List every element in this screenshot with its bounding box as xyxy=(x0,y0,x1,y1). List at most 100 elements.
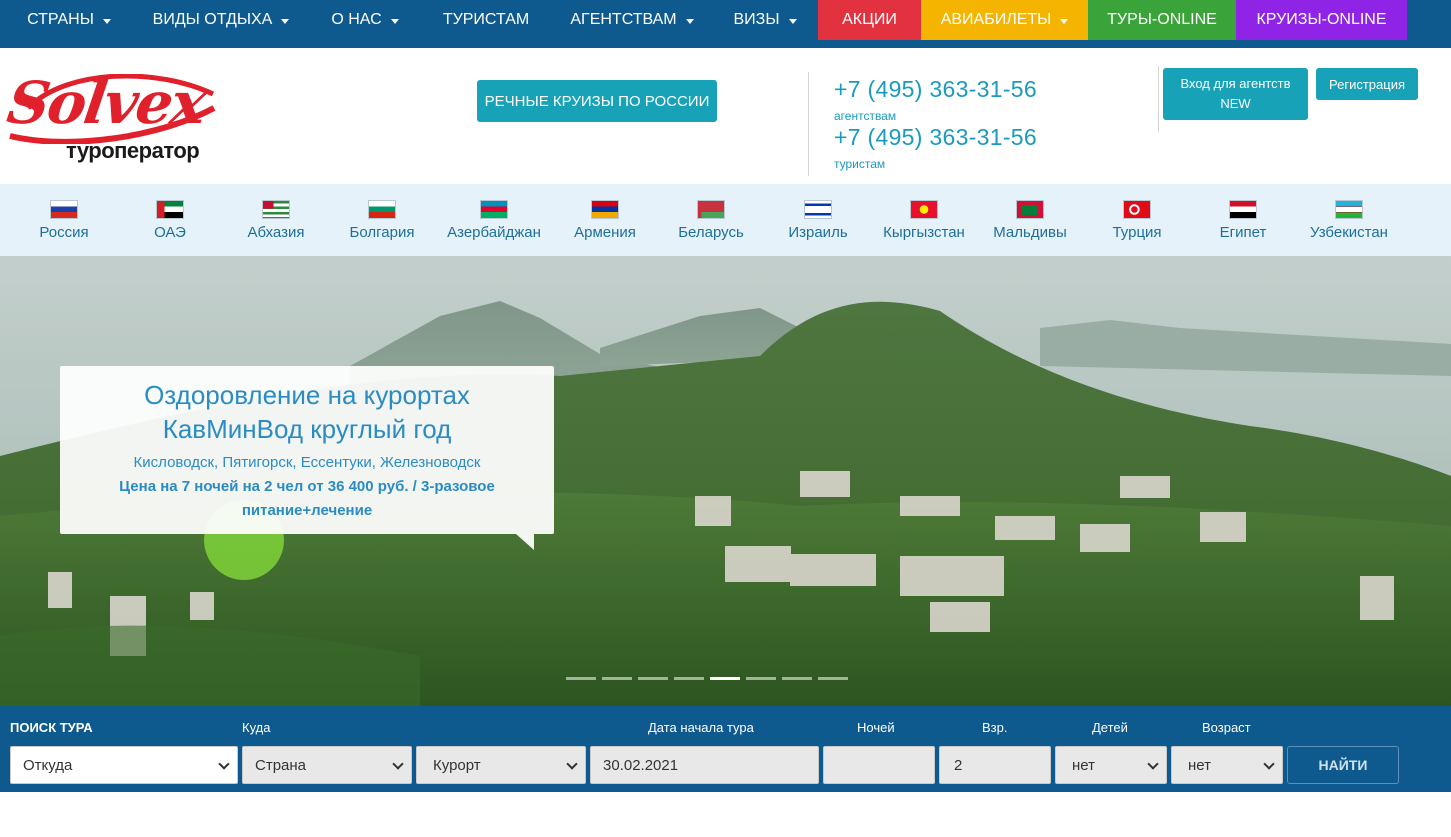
uzbekistan-flag-icon xyxy=(1335,200,1363,219)
header-divider xyxy=(808,72,809,176)
nav-item-vacation-types[interactable]: ВИДЫ ОТДЫХА xyxy=(140,0,302,40)
chevron-down-icon xyxy=(281,18,290,24)
phone-tourists-caption: туристам xyxy=(834,157,886,171)
belarus-flag-icon xyxy=(697,200,725,219)
promo-card[interactable]: Оздоровление на курортах КавМинВод кругл… xyxy=(60,366,554,550)
promo-tail xyxy=(516,534,534,550)
nav-item-cruises-online[interactable]: КРУИЗЫ-ONLINE xyxy=(1236,0,1407,40)
site-header: Solvex туроператор РЕЧНЫЕ КРУИЗЫ ПО РОСС… xyxy=(0,48,1451,184)
chevron-down-icon xyxy=(392,758,404,770)
nav-item-promotions[interactable]: АКЦИИ xyxy=(818,0,921,40)
country-label: Мальдивы xyxy=(993,224,1067,241)
egypt-flag-icon xyxy=(1229,200,1257,219)
country-israel[interactable]: Израиль xyxy=(763,200,873,241)
register-button[interactable]: Регистрация xyxy=(1316,68,1418,100)
age-select-value: нет xyxy=(1188,756,1211,774)
agent-login-button[interactable]: Вход для агентств NEW xyxy=(1163,68,1308,120)
armenia-flag-icon xyxy=(591,200,619,219)
promo-subtitle: Кисловодск, Пятигорск, Ессентуки, Железн… xyxy=(133,454,481,471)
new-badge: NEW xyxy=(1220,96,1251,111)
from-select[interactable]: Откуда xyxy=(10,746,238,784)
age-select[interactable]: нет xyxy=(1171,746,1283,784)
country-uzbekistan[interactable]: Узбекистан xyxy=(1294,200,1404,241)
slider-dot[interactable] xyxy=(602,677,632,680)
date-input[interactable]: 30.02.2021 xyxy=(590,746,819,784)
tour-search-bar: ПОИСК ТУРА Куда Дата начала тура Ночей В… xyxy=(0,706,1451,792)
chevron-down-icon xyxy=(390,18,399,24)
russia-flag-icon xyxy=(50,200,78,219)
resort-select-value: Курорт xyxy=(433,756,481,774)
country-select[interactable]: Страна xyxy=(242,746,412,784)
country-uae[interactable]: ОАЭ xyxy=(115,200,225,241)
logo-wordmark: Solvex xyxy=(3,69,209,137)
maldives-flag-icon xyxy=(1016,200,1044,219)
nav-item-label: О НАС xyxy=(331,11,382,28)
kids-select-value: нет xyxy=(1072,756,1095,774)
top-navigation: СТРАНЫ ВИДЫ ОТДЫХА О НАС ТУРИСТАМ АГЕНТС… xyxy=(0,0,1451,48)
slider-dot[interactable] xyxy=(566,677,596,680)
nav-item-label: ВИДЫ ОТДЫХА xyxy=(152,11,273,28)
israel-flag-icon xyxy=(804,200,832,219)
date-input-value: 30.02.2021 xyxy=(603,756,679,774)
country-azerbaijan[interactable]: Азербайджан xyxy=(439,200,549,241)
country-abkhazia[interactable]: Абхазия xyxy=(221,200,331,241)
nights-input[interactable] xyxy=(823,746,935,784)
country-label: Россия xyxy=(39,224,89,241)
kids-select[interactable]: нет xyxy=(1055,746,1167,784)
country-label: Абхазия xyxy=(247,224,305,241)
slider-dot[interactable] xyxy=(638,677,668,680)
adults-input[interactable]: 2 xyxy=(939,746,1051,784)
kids-label: Детей xyxy=(1092,720,1128,735)
hero-slider[interactable]: Оздоровление на курортах КавМинВод кругл… xyxy=(0,256,1451,706)
nav-item-countries[interactable]: СТРАНЫ xyxy=(14,0,124,40)
country-russia[interactable]: Россия xyxy=(9,200,119,241)
nav-item-label: ТУРИСТАМ xyxy=(442,11,530,28)
nav-item-label: АВИАБИЛЕТЫ xyxy=(940,11,1052,28)
agent-login-label: Вход для агентств xyxy=(1180,76,1291,91)
azerbaijan-flag-icon xyxy=(480,200,508,219)
nav-item-tourists[interactable]: ТУРИСТАМ xyxy=(430,0,542,40)
resort-select[interactable]: Курорт xyxy=(416,746,586,784)
nav-item-label: КРУИЗЫ-ONLINE xyxy=(1256,11,1387,28)
river-cruises-button[interactable]: РЕЧНЫЕ КРУИЗЫ ПО РОССИИ xyxy=(477,80,717,122)
chevron-down-icon xyxy=(1147,758,1159,770)
nav-item-visas[interactable]: ВИЗЫ xyxy=(720,0,810,40)
nav-item-label: ТУРЫ-ONLINE xyxy=(1107,11,1217,28)
chevron-down-icon xyxy=(1060,18,1069,24)
solvex-logo[interactable]: Solvex туроператор xyxy=(3,69,218,184)
country-belarus[interactable]: Беларусь xyxy=(656,200,766,241)
country-label: Египет xyxy=(1219,224,1267,241)
slider-dots xyxy=(566,677,848,680)
country-maldives[interactable]: Мальдивы xyxy=(975,200,1085,241)
promo-price: Цена на 7 ночей на 2 чел от 36 400 руб. … xyxy=(119,478,495,519)
promo-title: Оздоровление на курортах КавМинВод кругл… xyxy=(144,380,470,444)
phone-tourists[interactable]: +7 (495) 363-31-56 xyxy=(834,124,1037,151)
country-bulgaria[interactable]: Болгария xyxy=(327,200,437,241)
country-strip: Россия ОАЭ Абхазия Болгария Азербайджан … xyxy=(0,184,1451,256)
nav-item-tours-online[interactable]: ТУРЫ-ONLINE xyxy=(1088,0,1236,40)
uae-flag-icon xyxy=(156,200,184,219)
chevron-down-icon xyxy=(102,18,111,24)
country-label: Армения xyxy=(574,224,636,241)
nav-item-agencies[interactable]: АГЕНТСТВАМ xyxy=(560,0,704,40)
country-armenia[interactable]: Армения xyxy=(550,200,660,241)
country-turkey[interactable]: Турция xyxy=(1082,200,1192,241)
slider-dot[interactable] xyxy=(674,677,704,680)
nav-item-flights[interactable]: АВИАБИЛЕТЫ xyxy=(921,0,1088,40)
nav-item-about[interactable]: О НАС xyxy=(318,0,412,40)
find-button[interactable]: НАЙТИ xyxy=(1287,746,1399,784)
slider-dot[interactable] xyxy=(782,677,812,680)
slider-dot[interactable] xyxy=(818,677,848,680)
phone-agents[interactable]: +7 (495) 363-31-56 xyxy=(834,76,1037,103)
country-label: Азербайджан xyxy=(447,224,541,241)
country-label: Израиль xyxy=(788,224,848,241)
header-divider-right xyxy=(1158,66,1159,132)
slider-dot[interactable] xyxy=(710,677,740,680)
bulgaria-flag-icon xyxy=(368,200,396,219)
country-select-value: Страна xyxy=(255,756,307,774)
chevron-down-icon xyxy=(685,18,694,24)
slider-dot[interactable] xyxy=(746,677,776,680)
country-kyrgyzstan[interactable]: Кыргызстан xyxy=(869,200,979,241)
nav-item-label: АГЕНТСТВАМ xyxy=(570,11,677,28)
country-egypt[interactable]: Египет xyxy=(1188,200,1298,241)
